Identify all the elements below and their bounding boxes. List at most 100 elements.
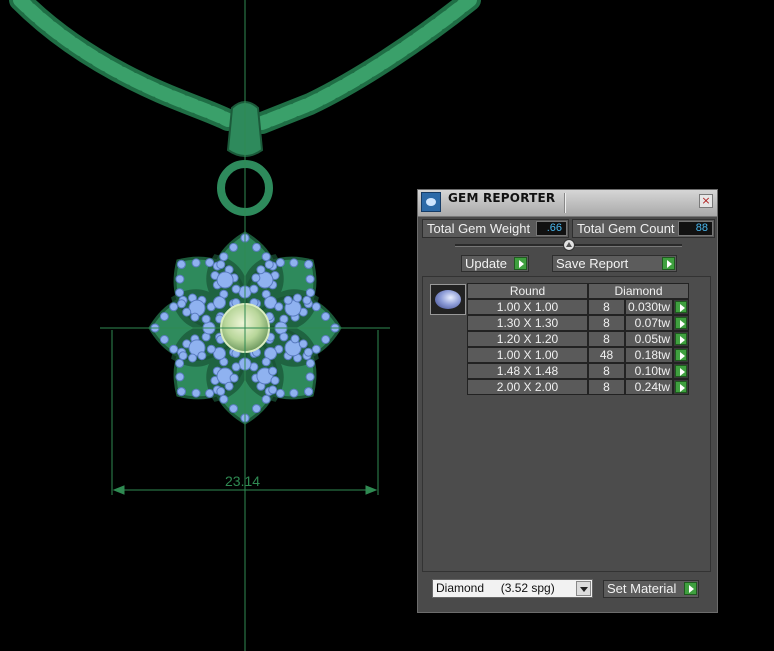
pave-gem [290, 334, 300, 344]
pave-gem [305, 274, 315, 284]
pave-gem [289, 388, 299, 398]
material-dropdown[interactable]: Diamond (3.52 spg) [432, 579, 593, 598]
pave-gem [305, 288, 315, 298]
pave-gem [175, 372, 185, 382]
pave-gem [275, 388, 285, 398]
pave-gem [268, 385, 278, 395]
pave-gem [311, 344, 321, 354]
pave-gem [270, 376, 280, 385]
gem-list[interactable]: Round Diamond 1.00 X 1.00 8 0.030tw 1.30… [422, 276, 711, 572]
pave-gem [175, 274, 185, 284]
gem-weight: 0.24tw [625, 379, 673, 395]
pave-gem [224, 381, 234, 391]
gem-weight: 0.07tw [625, 315, 673, 331]
row-select-button[interactable] [673, 331, 689, 347]
play-arrow-icon [662, 257, 675, 270]
panel-titlebar[interactable]: GEM REPORTER × [418, 190, 717, 217]
set-material-button-label: Set Material [607, 581, 677, 596]
gem-count: 8 [588, 331, 625, 347]
pave-gem [275, 258, 285, 268]
gem-table: Round Diamond 1.00 X 1.00 8 0.030tw 1.30… [467, 283, 690, 395]
play-arrow-icon [675, 301, 687, 313]
gem-weight: 0.05tw [625, 331, 673, 347]
total-weight-box: Total Gem Weight .66 [422, 219, 569, 238]
update-button[interactable]: Update [461, 255, 529, 272]
gem-count: 8 [588, 315, 625, 331]
pave-gem [190, 312, 200, 322]
gem-size: 1.48 X 1.48 [467, 363, 588, 379]
gem-count: 8 [588, 379, 625, 395]
pave-gem [201, 314, 211, 324]
pave-gem [252, 242, 261, 252]
save-report-button[interactable]: Save Report [552, 255, 677, 272]
pave-gem [305, 372, 315, 382]
total-count-label: Total Gem Count [577, 221, 675, 236]
pave-gem [289, 258, 299, 268]
set-material-button[interactable]: Set Material [603, 580, 699, 598]
pave-gem [231, 284, 241, 294]
shape-header: Round [467, 283, 588, 299]
row-select-button[interactable] [673, 315, 689, 331]
pave-gem [169, 344, 179, 354]
material-header: Diamond [588, 283, 689, 299]
close-button[interactable]: × [699, 194, 713, 208]
pave-gem [213, 296, 226, 309]
pave-gem [261, 357, 271, 367]
pave-gem [176, 259, 186, 269]
pave-gem [261, 394, 271, 404]
pave-gem [216, 386, 226, 396]
table-row[interactable]: 1.30 X 1.30 8 0.07tw [467, 315, 690, 331]
table-row[interactable]: 1.00 X 1.00 8 0.030tw [467, 299, 690, 315]
play-arrow-icon [675, 365, 687, 377]
pave-gem [176, 387, 186, 397]
gem-reporter-icon [421, 192, 441, 212]
pave-gem [229, 373, 239, 383]
pave-gem [206, 344, 216, 354]
pave-gem [252, 404, 261, 414]
play-arrow-icon [684, 582, 697, 595]
pave-gem [304, 259, 314, 269]
material-dropdown-value: Diamond (3.52 spg) [436, 581, 555, 595]
row-select-button[interactable] [673, 299, 689, 315]
table-row[interactable]: 2.00 X 2.00 8 0.24tw [467, 379, 690, 395]
pave-gem [303, 347, 313, 357]
gem-weight: 0.10tw [625, 363, 673, 379]
pave-gem [249, 284, 259, 294]
pave-gem [191, 258, 201, 268]
panel-title: GEM REPORTER [448, 191, 556, 205]
play-arrow-icon [675, 333, 687, 345]
row-select-button[interactable] [673, 363, 689, 379]
pave-gem [175, 288, 185, 298]
pave-gem [159, 335, 169, 344]
pave-gem [283, 295, 293, 305]
total-weight-value: .66 [536, 221, 567, 236]
total-count-box: Total Gem Count 88 [572, 219, 715, 238]
gem-size: 1.20 X 1.20 [467, 331, 588, 347]
pave-gem [298, 339, 308, 349]
pave-gem [231, 362, 241, 372]
round-gem-icon[interactable] [430, 284, 466, 315]
pave-gem [264, 260, 274, 270]
slider-handle[interactable] [563, 239, 575, 251]
pave-gem [321, 312, 331, 321]
pave-gem [229, 404, 238, 414]
row-select-button[interactable] [673, 347, 689, 363]
table-row[interactable]: 1.48 X 1.48 8 0.10tw [467, 363, 690, 379]
play-arrow-icon [514, 257, 527, 270]
gem-size: 1.00 X 1.00 [467, 299, 588, 315]
dimension-line [100, 0, 390, 651]
pave-gem [216, 271, 234, 289]
pave-gem [321, 335, 331, 344]
play-arrow-icon [675, 349, 687, 361]
pave-gem [305, 358, 315, 368]
title-separator [564, 193, 566, 213]
chevron-down-icon[interactable] [576, 581, 591, 596]
pave-gem [219, 394, 229, 404]
row-select-button[interactable] [673, 379, 689, 395]
pave-gem [197, 351, 207, 361]
table-row[interactable]: 1.00 X 1.00 48 0.18tw [467, 347, 690, 363]
pave-gem [205, 258, 215, 268]
gem-weight: 0.030tw [625, 299, 673, 315]
total-weight-label: Total Gem Weight [427, 221, 531, 236]
table-row[interactable]: 1.20 X 1.20 8 0.05tw [467, 331, 690, 347]
